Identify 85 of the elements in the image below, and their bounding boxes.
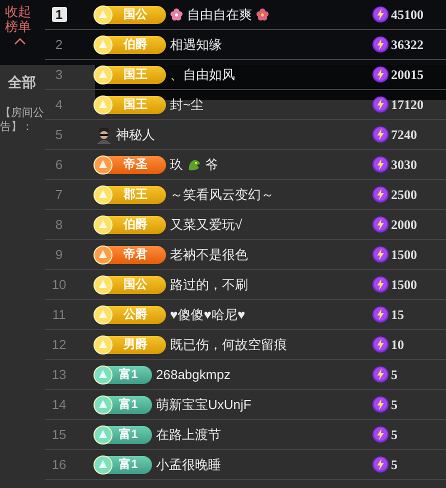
rank-badge: 国王 — [94, 66, 166, 84]
rank-badge: 男爵 — [94, 336, 166, 354]
lightning-coin-icon — [372, 216, 389, 233]
lightning-coin-icon — [372, 396, 389, 413]
coin-amount: 5 — [391, 426, 398, 442]
coin-amount: 1500 — [391, 246, 418, 262]
rank-number: 1 — [52, 7, 66, 22]
coin-amount: 7240 — [391, 126, 418, 142]
rank-badge: 富1 — [94, 456, 152, 474]
dragon-icon — [187, 158, 201, 172]
rank-number: 14 — [52, 397, 66, 412]
user-name: 封~尘 — [170, 96, 204, 114]
user-name-tail: 爷 — [205, 156, 218, 174]
user-name: ♥傻傻♥哈尼♥ — [170, 306, 246, 324]
lightning-coin-icon — [372, 366, 389, 383]
lightning-coin-icon — [372, 156, 389, 173]
lightning-coin-icon — [372, 126, 389, 143]
lightning-coin-icon — [372, 66, 389, 83]
user-name: 萌新宝宝UxUnjF — [156, 396, 252, 414]
rank-number: 8 — [55, 217, 63, 232]
lightning-coin-icon — [372, 36, 389, 53]
chevron-up-icon[interactable] — [14, 38, 26, 45]
user-name: 玖 — [170, 156, 183, 174]
user-name: 路过的，不刷 — [170, 276, 248, 294]
lightning-coin-icon — [372, 6, 389, 23]
coin-amount: 2000 — [391, 216, 418, 232]
coin-amount: 45100 — [391, 6, 424, 22]
rank-number: 10 — [52, 277, 66, 292]
rank-number: 2 — [55, 37, 63, 52]
user-name: 神秘人 — [116, 126, 155, 144]
lightning-coin-icon — [372, 96, 389, 113]
user-name: 自由自在爽 — [187, 6, 252, 24]
lightning-coin-icon — [372, 426, 389, 443]
user-name: 在路上渡节 — [156, 426, 221, 444]
coin-amount: 3030 — [391, 156, 418, 172]
rank-badge: 富1 — [94, 426, 152, 444]
lightning-coin-icon — [372, 246, 389, 263]
user-name: 小孟很晚睡 — [156, 456, 221, 474]
lightning-coin-icon — [372, 456, 389, 473]
rank-number: 16 — [52, 457, 66, 472]
rank-number: 6 — [55, 157, 63, 172]
rank-number: 4 — [55, 97, 63, 112]
user-name: ～笑看风云变幻～ — [170, 186, 274, 204]
rank-badge: 伯爵 — [94, 36, 166, 54]
lightning-coin-icon — [372, 276, 389, 293]
user-name: 又菜又爱玩√ — [170, 216, 242, 234]
coin-amount: 5 — [391, 396, 398, 412]
rank-badge: 富1 — [94, 396, 152, 414]
coin-amount: 10 — [391, 336, 405, 352]
rank-badge: 国公 — [94, 276, 166, 294]
rank-badge: 伯爵 — [94, 216, 166, 234]
masked-person-icon — [96, 126, 112, 144]
rank-badge: 富1 — [94, 366, 152, 384]
rank-number: 12 — [52, 337, 66, 352]
lightning-coin-icon — [372, 186, 389, 203]
announcement-label: 【房间公告】： — [0, 106, 45, 134]
coin-amount: 1500 — [391, 276, 418, 292]
coin-amount: 17120 — [391, 96, 424, 112]
user-name: 既已伤，何故空留痕 — [170, 336, 287, 354]
coin-amount: 15 — [391, 306, 405, 322]
rank-number: 13 — [52, 367, 66, 382]
coin-amount: 36322 — [391, 36, 424, 52]
rank-badge: 帝圣 — [94, 156, 166, 174]
rank-badge: 国公 — [94, 6, 166, 24]
rank-badge: 公爵 — [94, 306, 166, 324]
lightning-coin-icon — [372, 336, 389, 353]
rank-badge: 国王 — [94, 96, 166, 114]
user-name: 老衲不是很色 — [170, 246, 248, 264]
rank-number: 11 — [52, 307, 66, 322]
rank-number: 5 — [55, 127, 63, 142]
user-name: 、自由如风 — [170, 66, 235, 84]
rank-number: 15 — [52, 427, 66, 442]
rank-number: 7 — [55, 187, 63, 202]
coin-amount: 20015 — [391, 66, 424, 82]
coin-amount: 5 — [391, 456, 398, 472]
rank-badge: 帝君 — [94, 246, 166, 264]
rank-number: 3 — [55, 67, 63, 82]
user-name: 相遇知缘 — [170, 36, 222, 54]
collapse-ranking-link[interactable]: 收起榜单 — [5, 4, 31, 34]
rank-number: 9 — [55, 247, 63, 262]
user-name: 268abgkmpz — [156, 367, 230, 382]
rank-badge: 郡王 — [94, 186, 166, 204]
lightning-coin-icon — [372, 306, 389, 323]
coin-amount: 2500 — [391, 186, 418, 202]
coin-amount: 5 — [391, 366, 398, 382]
